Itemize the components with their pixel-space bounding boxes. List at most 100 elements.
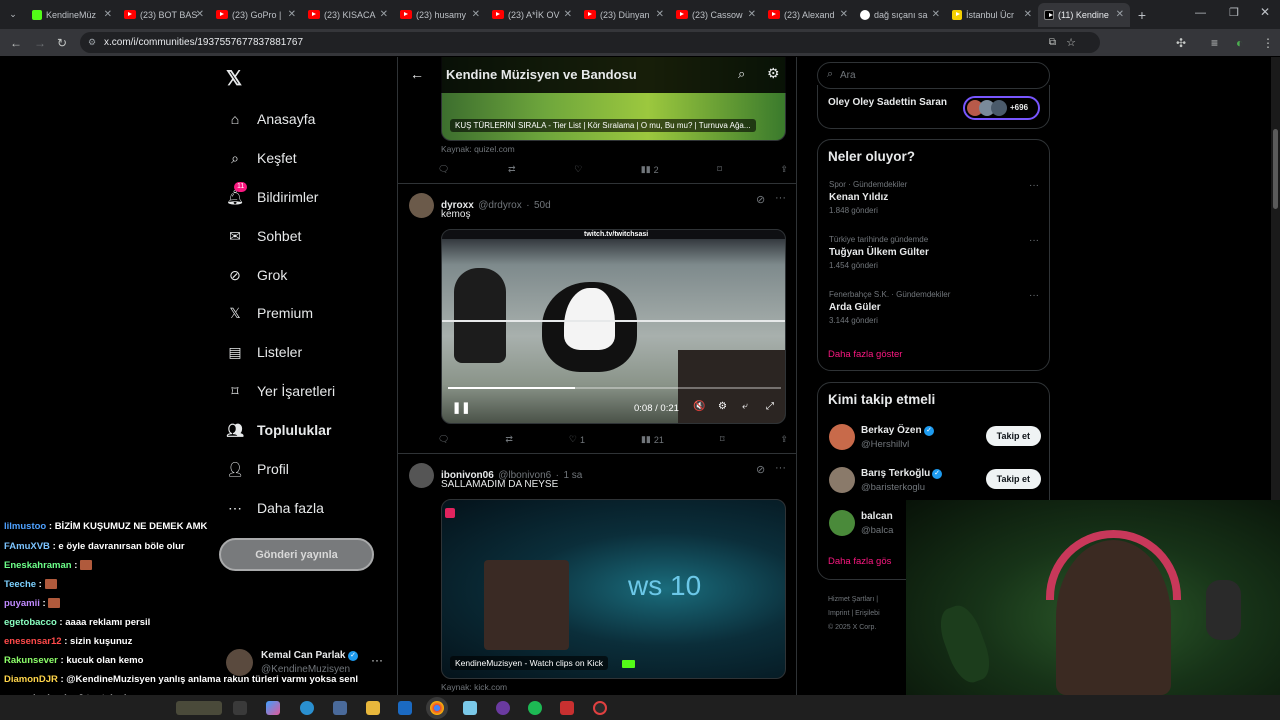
trend-more-icon[interactable]: ··· [1029, 290, 1039, 301]
trend-item[interactable]: Fenerbahçe S.K. · Gündemdekiler Arda Güle… [829, 290, 1039, 325]
nav-item-profile[interactable]: 👤︎ Profil [226, 454, 289, 484]
link-card-kick[interactable]: ws 10 KendineMuzisyen - Watch clips on K… [441, 499, 786, 679]
author-avatar[interactable] [409, 193, 434, 218]
grok-icon[interactable]: ⊘ [756, 463, 765, 476]
close-tab-icon[interactable]: ✕ [840, 9, 848, 20]
views-button[interactable]: ▮▮ 21 [641, 434, 664, 445]
app-icon[interactable] [560, 701, 574, 715]
video-player[interactable]: twitch.tv/twitchsasi ❚❚ 0:08 / 0:21 🔇 ⚙ … [441, 229, 786, 424]
retweet-icon[interactable]: ⇄ [505, 434, 513, 445]
settings-gear-icon[interactable]: ⚙ [767, 65, 780, 82]
minimize-button[interactable]: — [1195, 7, 1206, 19]
x-logo[interactable]: 𝕏 [226, 66, 242, 91]
close-window-button[interactable]: ✕ [1260, 5, 1270, 19]
reply-icon[interactable]: 🗨 [438, 164, 449, 175]
share-icon[interactable]: ⇪ [780, 434, 788, 445]
edge-icon[interactable] [300, 701, 314, 715]
browser-tab[interactable]: İstanbul Ücr ✕ [946, 3, 1038, 27]
views-button[interactable]: ▮▮ 2 [641, 164, 659, 175]
retweet-icon[interactable]: ⇄ [508, 164, 516, 175]
post-button[interactable]: Gönderi yayınla [219, 538, 374, 571]
nav-item-bookmark[interactable]: ⌑ Yer İşaretleri [226, 376, 335, 406]
pip-icon[interactable]: ⤶ [742, 401, 748, 412]
trend-item[interactable]: Türkiye tarihinde gündemde Tuğyan Ülkem G… [829, 235, 1039, 270]
reply-icon[interactable]: 🗨 [438, 434, 449, 445]
more-icon[interactable]: ··· [371, 653, 383, 667]
follow-suggestion[interactable]: Barış Terkoğlu ✓ @baristerkoglu Takip et [829, 465, 1041, 495]
tweet-time[interactable]: 1 sa [563, 470, 582, 481]
browser-tab[interactable]: (23) GoPro | ✕ [210, 3, 302, 27]
close-tab-icon[interactable]: ✕ [380, 9, 388, 20]
fullscreen-icon[interactable]: ⤢ [766, 401, 774, 412]
close-tab-icon[interactable]: ✕ [104, 9, 112, 20]
scrollbar-thumb[interactable] [1273, 129, 1278, 209]
video-settings-icon[interactable]: ⚙ [718, 401, 727, 412]
browser-tab[interactable]: (23) A*İK OV ✕ [486, 3, 578, 27]
new-tab-button[interactable]: + [1130, 7, 1154, 23]
profile-extension-icon[interactable]: ◐ [1236, 36, 1243, 50]
streamlabs-icon[interactable] [593, 701, 607, 715]
notepad-icon[interactable] [463, 701, 477, 715]
obs-icon[interactable] [496, 701, 510, 715]
footer-link-imprint[interactable]: Imprint [828, 610, 849, 617]
url-field[interactable]: ⚙ x.com/i/communities/193755767783788176… [80, 32, 1100, 53]
follow-button[interactable]: Takip et [985, 469, 1041, 489]
close-tab-icon[interactable]: ✕ [472, 9, 480, 20]
file-explorer-icon[interactable] [366, 701, 380, 715]
outlook-icon[interactable] [398, 701, 412, 715]
tweet-more-icon[interactable]: ··· [775, 192, 786, 204]
tab-search-dropdown[interactable]: ⌄ [0, 3, 26, 27]
author-handle[interactable]: @drdyrox [478, 200, 522, 211]
browser-tab[interactable]: (23) Alexand ✕ [762, 3, 854, 27]
nav-item-home[interactable]: ⌂ Anasayfa [226, 104, 316, 134]
close-tab-icon[interactable]: ✕ [288, 9, 296, 20]
suggestion-avatar[interactable] [829, 510, 855, 536]
browser-tab[interactable]: (23) BOT BAS ✕ [118, 3, 210, 27]
suggestion-avatar[interactable] [829, 467, 855, 493]
suggestion-avatar[interactable] [829, 424, 855, 450]
trend-more-icon[interactable]: ··· [1029, 235, 1039, 246]
site-info-icon[interactable]: ⚙ [88, 37, 96, 48]
share-icon[interactable]: ⇪ [780, 164, 788, 175]
copilot-icon[interactable] [266, 701, 280, 715]
restore-button[interactable]: ❐ [1229, 6, 1239, 19]
close-tab-icon[interactable]: ✕ [1116, 9, 1124, 20]
close-tab-icon[interactable]: ✕ [932, 9, 940, 20]
search-icon[interactable]: ⌕ [738, 66, 745, 82]
like-button[interactable]: ♡ 1 [569, 434, 585, 445]
browser-tab[interactable]: (23) KISACA ✕ [302, 3, 394, 27]
mute-icon[interactable]: 🔇 [693, 401, 705, 412]
bookmark-icon[interactable]: ⌑ [720, 434, 725, 445]
widgets-icon[interactable] [176, 701, 222, 715]
trend-item[interactable]: Spor · Gündemdekiler Kenan Yıldız 1.848 gö… [829, 180, 1039, 215]
nav-item-bell[interactable]: 🔔︎ 11 Bildirimler [226, 182, 318, 212]
task-view-icon[interactable] [233, 701, 247, 715]
spotify-icon[interactable] [528, 701, 542, 715]
media-control-icon[interactable]: ≡ [1211, 36, 1218, 50]
pause-icon[interactable]: ❚❚ [452, 401, 470, 414]
nav-item-search[interactable]: ⌕ Keşfet [226, 143, 297, 173]
grok-icon[interactable]: ⊘ [756, 193, 765, 206]
reload-icon[interactable]: ↻ [57, 36, 67, 50]
close-tab-icon[interactable]: ✕ [1024, 9, 1032, 20]
tweet-more-icon[interactable]: ··· [775, 462, 786, 474]
browser-tab[interactable]: (23) Cassow ✕ [670, 3, 762, 27]
nav-item-more[interactable]: ⋯ Daha fazla [226, 493, 324, 523]
browser-tab[interactable]: dağ sıçanı sa ✕ [854, 3, 946, 27]
close-tab-icon[interactable]: ✕ [656, 9, 664, 20]
follow-suggestion[interactable]: Berkay Özen ✓ @Hershillvl Takip et [829, 422, 1041, 452]
browser-menu-icon[interactable]: ⋮ [1262, 36, 1274, 50]
like-icon[interactable]: ♡ [574, 164, 582, 175]
install-icon[interactable]: ⧉ [1049, 37, 1056, 48]
who-more-link[interactable]: Daha fazla gös [828, 556, 891, 567]
bookmark-star-icon[interactable]: ☆ [1066, 36, 1076, 49]
browser-tab[interactable]: (23) husamy ✕ [394, 3, 486, 27]
chrome-icon[interactable] [430, 701, 444, 715]
close-tab-icon[interactable]: ✕ [196, 9, 204, 20]
trend-more-icon[interactable]: ··· [1029, 180, 1039, 191]
nav-item-x[interactable]: 𝕏 Premium [226, 298, 313, 328]
nav-item-communities[interactable]: 👥︎ Topluluklar [226, 415, 331, 445]
author-avatar[interactable] [409, 463, 434, 488]
trends-more-link[interactable]: Daha fazla göster [828, 349, 902, 360]
pinned-community-card[interactable]: Oley Oley Sadettin Saran +696 [817, 85, 1050, 129]
